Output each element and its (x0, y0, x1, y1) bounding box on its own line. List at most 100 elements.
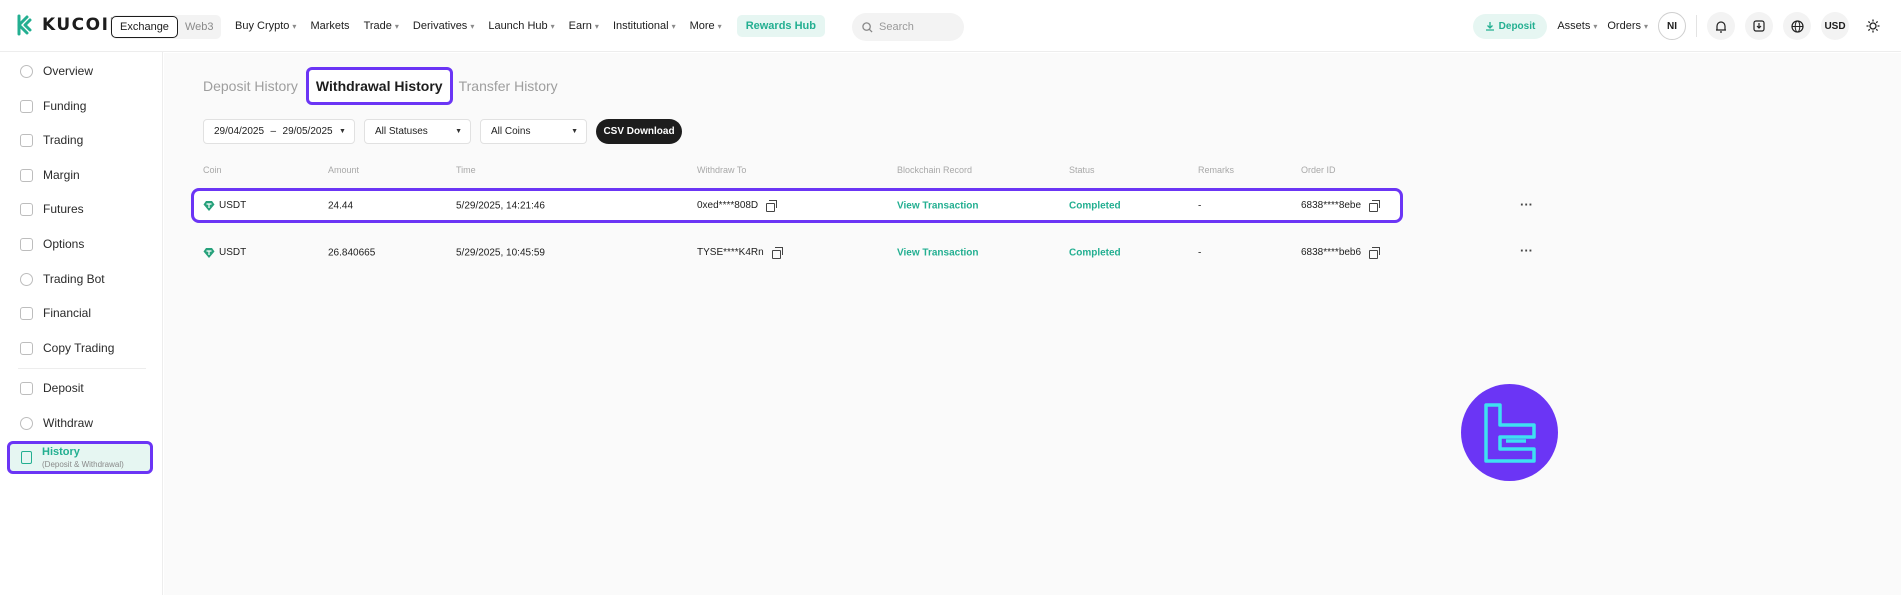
more-actions-icon[interactable]: ··· (1520, 197, 1533, 212)
nav-label: Trade (363, 20, 392, 32)
nav-trade[interactable]: Trade ▾ (357, 20, 406, 32)
order-id-cell: 6838****beb6 (1301, 246, 1381, 259)
sidebar-item-financial[interactable]: Financial (0, 296, 163, 330)
coin-select[interactable]: All Coins ▼ (480, 119, 587, 144)
sidebar-item-deposit[interactable]: Deposit (0, 371, 163, 405)
view-transaction-link[interactable]: View Transaction (897, 200, 979, 211)
remarks-cell: - (1198, 247, 1202, 258)
copy-trading-icon (20, 341, 33, 355)
more-actions-icon[interactable]: ··· (1520, 243, 1533, 258)
copy-icon[interactable] (1369, 199, 1381, 212)
sidebar-item-label: Margin (43, 168, 80, 182)
sidebar-item-withdraw[interactable]: Withdraw (0, 406, 163, 440)
view-transaction-link[interactable]: View Transaction (897, 247, 979, 258)
nav-buy-crypto[interactable]: Buy Crypto ▾ (228, 20, 303, 32)
search-placeholder: Search (879, 21, 914, 33)
globe-icon[interactable] (1783, 12, 1811, 40)
sidebar-item-margin[interactable]: Margin (0, 158, 163, 192)
history-labels: History (Deposit & Withdrawal) (42, 446, 124, 470)
kucoin-logo[interactable]: KUCOIN (16, 14, 125, 36)
status-badge: Completed (1069, 200, 1121, 211)
column-header: Time (456, 165, 476, 175)
coin-cell: USDT (203, 200, 246, 212)
sidebar-item-label: Trading (43, 133, 84, 147)
chevron-down-icon: ▾ (394, 21, 399, 31)
withdraw-address-cell: 0xed****808D (697, 199, 778, 212)
status-select[interactable]: All Statuses ▼ (364, 119, 471, 144)
sidebar-item-overview[interactable]: Overview (0, 54, 163, 88)
filter-bar: 29/04/2025 – 29/05/2025 ▼ All Statuses ▼… (203, 119, 682, 144)
nav-earn[interactable]: Earn ▾ (562, 20, 606, 32)
status-badge: Completed (1069, 247, 1121, 258)
tab-withdrawal-history[interactable]: Withdrawal History (305, 67, 453, 105)
nav-label: Derivatives (412, 20, 468, 32)
column-header: Remarks (1198, 165, 1235, 175)
sidebar-item-funding[interactable]: Funding (0, 89, 163, 123)
nav-label: Institutional (612, 20, 669, 32)
bell-icon[interactable] (1707, 12, 1735, 40)
wallet-icon (20, 99, 33, 113)
column-header: Order ID (1301, 165, 1336, 175)
web3-toggle[interactable]: Web3 (178, 21, 214, 33)
sidebar-item-options[interactable]: Options (0, 227, 163, 261)
table-row[interactable]: USDT 26.840665 5/29/2025, 10:45:59 TYSE*… (191, 235, 1403, 270)
address-text: 0xed****808D (697, 200, 759, 211)
caret-down-icon: ▼ (455, 128, 462, 135)
assets-menu[interactable]: Assets ▾ (1557, 20, 1597, 32)
exchange-icon (20, 133, 33, 147)
csv-download-button[interactable]: CSV Download (596, 119, 682, 144)
orders-menu[interactable]: Orders ▾ (1607, 20, 1648, 32)
date-to: 29/05/2025 (282, 126, 333, 137)
time-cell: 5/29/2025, 14:21:46 (456, 200, 545, 211)
avatar[interactable]: NI (1658, 12, 1686, 40)
options-icon (20, 237, 33, 251)
coin-name: USDT (219, 200, 247, 211)
chevron-down-icon: ▾ (1643, 21, 1648, 31)
table-row[interactable]: USDT 24.44 5/29/2025, 14:21:46 0xed****8… (191, 188, 1403, 223)
overview-icon (20, 64, 33, 78)
theme-toggle-icon[interactable] (1859, 12, 1887, 40)
sidebar-item-label: Copy Trading (43, 341, 115, 355)
sidebar: Overview Funding Trading Margin Futures … (0, 52, 163, 595)
sidebar-item-copy-trading[interactable]: Copy Trading (0, 331, 163, 365)
futures-icon (20, 202, 33, 216)
clipboard-icon (21, 451, 32, 464)
download-app-icon[interactable] (1745, 12, 1773, 40)
nav-label: Markets (310, 20, 350, 32)
currency-button[interactable]: USD (1821, 12, 1849, 40)
deposit-button[interactable]: Deposit (1472, 13, 1548, 39)
sidebar-item-trading[interactable]: Trading (0, 123, 163, 157)
copy-icon[interactable] (771, 246, 783, 259)
tab-deposit-history[interactable]: Deposit History (203, 68, 298, 104)
tab-transfer-history[interactable]: Transfer History (459, 68, 558, 104)
sidebar-item-history[interactable]: History (Deposit & Withdrawal) (7, 441, 153, 474)
nav-more[interactable]: More ▾ (683, 20, 729, 32)
date-range-picker[interactable]: 29/04/2025 – 29/05/2025 ▼ (203, 119, 355, 144)
bot-icon (20, 272, 33, 286)
nav-label: More (689, 20, 715, 32)
copy-icon[interactable] (1369, 246, 1381, 259)
search-input[interactable]: Search (852, 13, 964, 41)
sidebar-divider (18, 368, 146, 369)
sidebar-item-label: Deposit (43, 381, 84, 395)
status-select-value: All Statuses (375, 126, 428, 137)
rewards-hub-button[interactable]: Rewards Hub (736, 15, 825, 37)
main-content: Deposit History Withdrawal History Trans… (164, 53, 1901, 595)
nav-launch-hub[interactable]: Launch Hub ▾ (481, 20, 561, 32)
nav-derivatives[interactable]: Derivatives ▾ (406, 20, 481, 32)
divider (1696, 15, 1697, 37)
top-navigation-bar: KUCOIN Exchange Web3 Buy Crypto ▾ Markets… (0, 0, 1901, 52)
chevron-down-icon: ▾ (470, 21, 475, 31)
orders-label: Orders (1607, 20, 1641, 32)
column-header: Withdraw To (697, 165, 747, 175)
usdt-icon (203, 247, 215, 258)
nav-institutional[interactable]: Institutional ▾ (606, 20, 683, 32)
exchange-toggle[interactable]: Exchange (111, 16, 178, 38)
sidebar-item-futures[interactable]: Futures (0, 192, 163, 226)
sidebar-item-trading-bot[interactable]: Trading Bot (0, 262, 163, 296)
chevron-down-icon: ▾ (292, 21, 297, 31)
nav-label: Launch Hub (488, 20, 548, 32)
sidebar-item-label: Options (43, 237, 85, 251)
nav-markets[interactable]: Markets (303, 20, 356, 32)
copy-icon[interactable] (766, 199, 778, 212)
